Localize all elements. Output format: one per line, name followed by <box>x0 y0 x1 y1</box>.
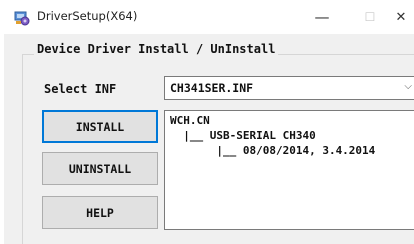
info-vendor: WCH.CN <box>170 114 210 127</box>
window-title: DriverSetup(X64) <box>37 9 138 23</box>
maximize-button[interactable]: ☐ <box>350 4 390 30</box>
close-button[interactable]: ✕ <box>388 4 414 30</box>
app-icon <box>14 10 32 26</box>
minimize-button[interactable]: — <box>302 4 342 30</box>
select-inf-label: Select INF <box>44 82 117 96</box>
info-device: |__ USB-SERIAL CH340 <box>170 129 316 142</box>
driver-setup-window: DriverSetup(X64) — ☐ ✕ Device Driver Ins… <box>0 0 414 244</box>
title-bar[interactable]: DriverSetup(X64) — ☐ ✕ <box>0 0 414 34</box>
info-version: |__ 08/08/2014, 3.4.2014 <box>170 144 376 157</box>
install-button[interactable]: INSTALL <box>42 110 158 143</box>
dialog-client-area: Device Driver Install / UnInstall Select… <box>4 34 414 244</box>
uninstall-button[interactable]: UNINSTALL <box>42 152 158 185</box>
select-inf-value: CH341SER.INF <box>170 81 254 95</box>
select-inf-dropdown[interactable]: CH341SER.INF ⌵ <box>164 76 414 100</box>
help-button[interactable]: HELP <box>42 196 158 229</box>
group-title: Device Driver Install / UnInstall <box>34 42 279 56</box>
driver-info-box: WCH.CN |__ USB-SERIAL CH340 |__ 08/08/20… <box>164 110 414 230</box>
chevron-down-icon[interactable]: ⌵ <box>404 81 412 92</box>
